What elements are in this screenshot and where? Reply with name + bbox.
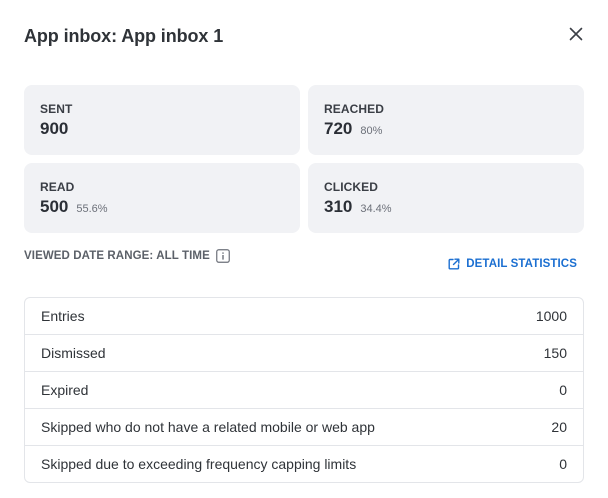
table-row: Skipped due to exceeding frequency cappi…: [25, 445, 583, 482]
dialog-header: App inbox: App inbox 1: [24, 22, 584, 50]
row-label: Dismissed: [41, 345, 106, 361]
stat-percent: 55.6%: [76, 203, 108, 215]
stat-value: 310: [324, 197, 353, 216]
close-icon: [569, 27, 583, 46]
table-row: Entries 1000: [25, 298, 583, 334]
stat-card-clicked: CLICKED 310 34.4%: [308, 163, 584, 233]
stat-label: SENT: [40, 102, 73, 116]
app-inbox-dialog: App inbox: App inbox 1 SENT 900 REACHED …: [0, 0, 608, 498]
date-range-label: VIEWED DATE RANGE: ALL TIME: [24, 250, 210, 262]
stat-percent: 34.4%: [360, 203, 392, 215]
row-label: Skipped who do not have a related mobile…: [41, 419, 375, 435]
row-value: 20: [551, 419, 567, 435]
table-row: Dismissed 150: [25, 334, 583, 371]
stat-card-read: READ 500 55.6%: [24, 163, 300, 233]
row-value: 0: [559, 456, 567, 472]
detail-statistics-label: DETAIL STATISTICS: [466, 258, 577, 270]
stat-value: 500: [40, 197, 69, 216]
row-value: 1000: [535, 308, 567, 324]
stat-card-reached: REACHED 720 80%: [308, 85, 584, 155]
stat-percent: 80%: [360, 125, 383, 137]
stat-value: 900: [40, 119, 69, 138]
stats-grid: SENT 900 REACHED 720 80% READ 500 55.6% …: [24, 85, 584, 233]
external-link-icon: [448, 258, 460, 270]
row-label: Expired: [41, 382, 89, 398]
metrics-table: Entries 1000 Dismissed 150 Expired 0 Ski…: [24, 297, 584, 483]
info-icon[interactable]: [216, 249, 230, 263]
dialog-title: App inbox: App inbox 1: [24, 25, 224, 46]
stat-label: CLICKED: [324, 180, 379, 194]
stat-card-sent: SENT 900: [24, 85, 300, 155]
row-value: 0: [559, 382, 567, 398]
stat-label: READ: [40, 180, 75, 194]
stat-label: REACHED: [324, 102, 385, 116]
row-value: 150: [543, 345, 567, 361]
table-row: Expired 0: [25, 371, 583, 408]
stat-value: 720: [324, 119, 353, 138]
detail-statistics-link[interactable]: DETAIL STATISTICS: [448, 258, 577, 270]
table-row: Skipped who do not have a related mobile…: [25, 408, 583, 445]
close-button[interactable]: [562, 22, 590, 50]
date-range-row: VIEWED DATE RANGE: ALL TIME: [24, 249, 230, 263]
row-label: Entries: [41, 308, 85, 324]
row-label: Skipped due to exceeding frequency cappi…: [41, 456, 357, 472]
